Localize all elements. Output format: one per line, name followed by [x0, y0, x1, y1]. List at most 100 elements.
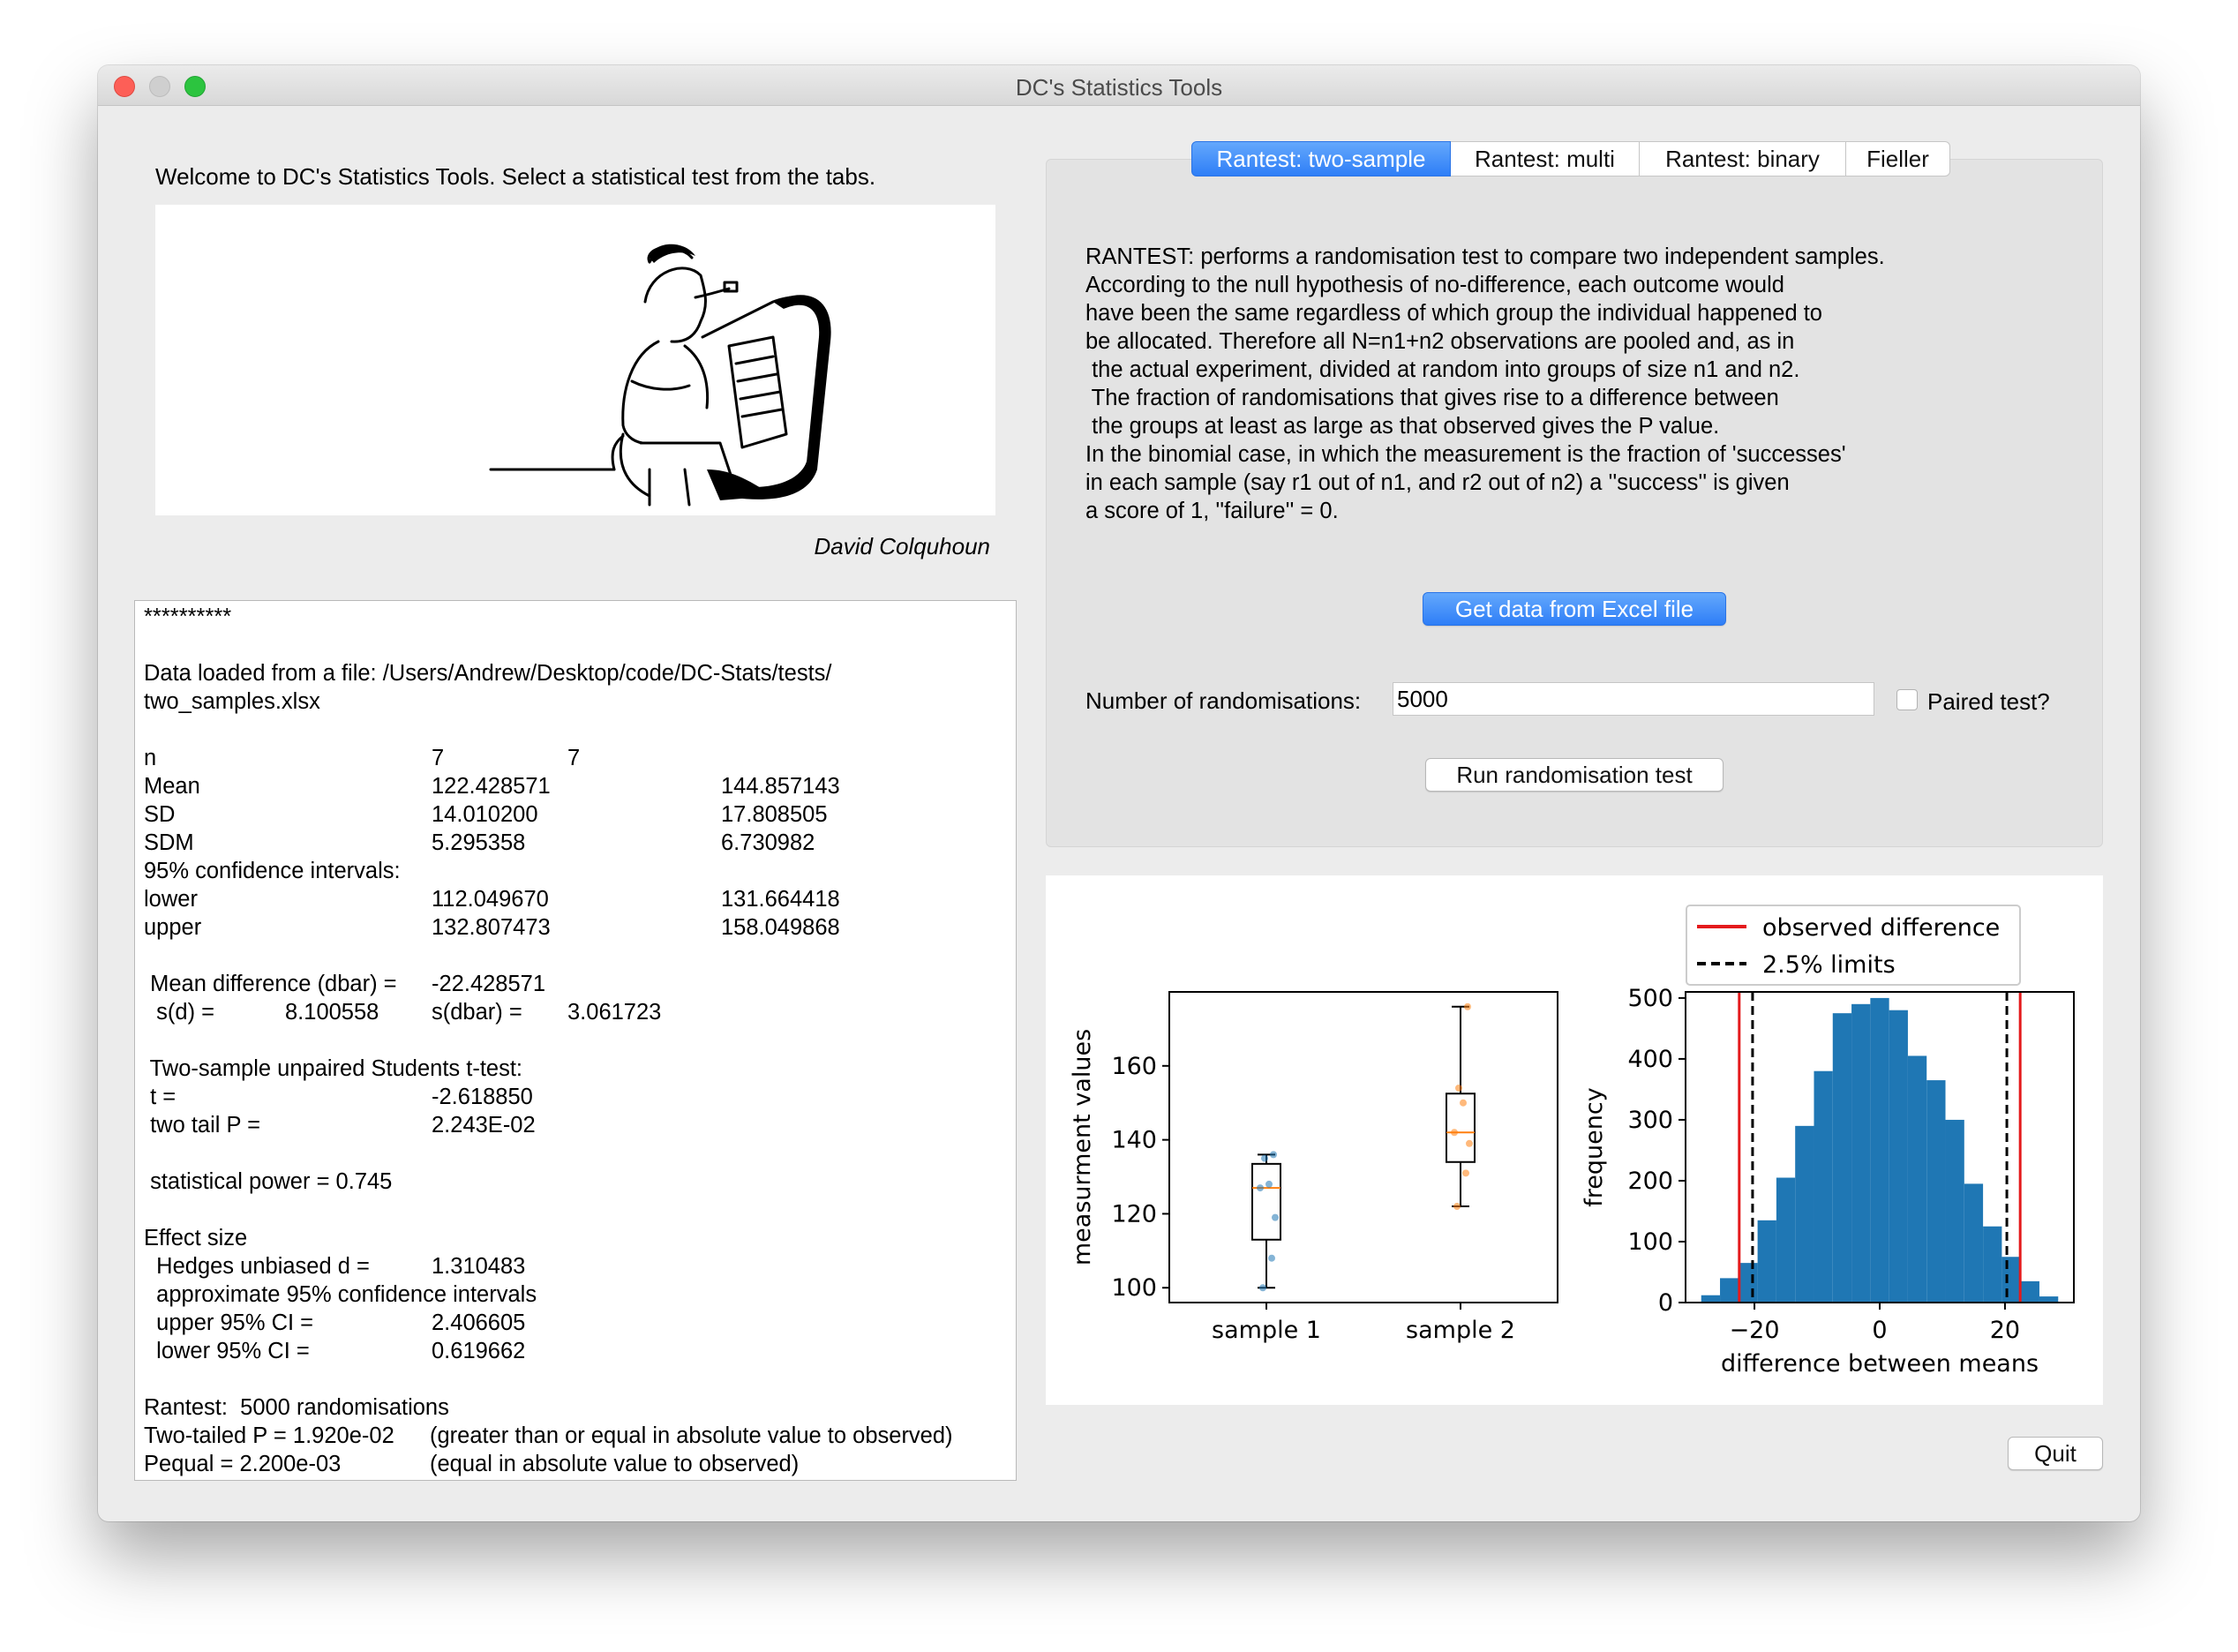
author-illustration	[155, 205, 995, 515]
histogram-bar	[1701, 1295, 1721, 1303]
output-value: 2.243E-02	[432, 1113, 536, 1138]
output-line: n	[144, 746, 157, 770]
output-line: Pequal = 2.200e-03	[144, 1452, 342, 1476]
output-line: Two-sample unpaired Students t-test:	[144, 1056, 523, 1081]
output-line: upper	[144, 915, 202, 940]
paired-test-label: Paired test?	[1927, 688, 2050, 715]
description-line: have been the same regardless of which g…	[1085, 301, 1822, 326]
output-line: upper 95% CI =	[144, 1310, 314, 1335]
output-value: (equal in absolute value to observed)	[430, 1452, 800, 1476]
output-value: 158.049868	[721, 915, 840, 940]
output-value: 7	[432, 746, 445, 770]
output-value: -2.618850	[432, 1085, 533, 1109]
description-line: In the binomial case, in which the measu…	[1085, 442, 1846, 467]
histogram-bar	[1776, 1177, 1796, 1303]
boxplot-y-axis-label: measurment values	[1069, 1029, 1096, 1265]
output-line: two tail P =	[144, 1113, 261, 1138]
output-line: two_samples.xlsx	[144, 689, 320, 714]
output-value: (greater than or equal in absolute value…	[430, 1423, 953, 1448]
tab-fieller[interactable]: Fieller	[1846, 141, 1950, 176]
histogram-bar	[1795, 1125, 1814, 1303]
get-data-excel-button[interactable]: Get data from Excel file	[1423, 592, 1726, 626]
boxplot-point	[1270, 1151, 1277, 1159]
description-line: be allocated. Therefore all N=n1+n2 obse…	[1085, 329, 1795, 354]
output-line: SD	[144, 802, 176, 827]
title-bar: DC's Statistics Tools	[98, 65, 2140, 106]
test-description: RANTEST: performs a randomisation test t…	[1085, 243, 1885, 525]
output-line: Mean difference (dbar) =	[144, 972, 397, 996]
output-line: t =	[144, 1085, 176, 1109]
tab-rantest-two-sample[interactable]: Rantest: two-sample	[1191, 141, 1451, 176]
histogram-bar	[2039, 1296, 2059, 1303]
description-line: the groups at least as large as that obs…	[1085, 414, 1720, 439]
output-value: 132.807473	[432, 915, 551, 940]
histogram-bar	[2020, 1280, 2039, 1303]
paired-test-checkbox[interactable]	[1896, 689, 1918, 710]
histogram-y-tick-label: 200	[1627, 1168, 1673, 1195]
boxplot-point	[1261, 1154, 1268, 1162]
boxplot-point	[1462, 1169, 1469, 1177]
tab-rantest-binary[interactable]: Rantest: binary	[1640, 141, 1846, 176]
output-line: approximate 95% confidence intervals	[144, 1282, 537, 1307]
histogram-bar	[1926, 1080, 1946, 1303]
histogram-y-tick-label: 300	[1627, 1107, 1673, 1134]
histogram-bar	[1757, 1220, 1776, 1303]
description-line: the actual experiment, divided at random…	[1085, 357, 1800, 382]
boxplot-point	[1259, 1284, 1266, 1292]
histogram-y-tick-label: 100	[1627, 1228, 1673, 1256]
boxplot-point	[1265, 1180, 1273, 1188]
output-line: lower	[144, 887, 198, 912]
output-line: statistical power = 0.745	[144, 1169, 393, 1194]
boxplot-point	[1257, 1184, 1264, 1192]
description-line: a score of 1, ''failure'' = 0.	[1085, 499, 1339, 523]
boxplot-y-tick-label: 100	[1111, 1274, 1157, 1302]
histogram-bar	[1870, 997, 1889, 1303]
output-value: 3.061723	[567, 1000, 662, 1025]
histogram-bar	[2001, 1257, 2021, 1303]
output-value: 131.664418	[721, 887, 840, 912]
quit-button[interactable]: Quit	[2008, 1437, 2103, 1470]
boxplot-box	[1251, 1162, 1281, 1241]
output-line: Effect size	[144, 1226, 248, 1250]
output-value: 6.730982	[721, 830, 815, 855]
plots-figure: 100 120 140 160 sample 1 sample 2 measurment v…	[1069, 905, 2075, 1378]
output-line: **********	[144, 604, 232, 629]
histogram-x-tick-label: 20	[1990, 1317, 2020, 1344]
output-line: Two-tailed P = 1.920e-02	[144, 1423, 394, 1448]
results-output[interactable]: ********** Data loaded from a file: /User…	[134, 600, 1017, 1481]
histogram-bar	[1720, 1278, 1739, 1303]
histogram-x-axis-label: difference between means	[1721, 1350, 2039, 1378]
output-value: 112.049670	[432, 887, 549, 912]
boxplot-x-tick-label: sample 1	[1212, 1317, 1321, 1344]
histogram-x-tick-label: 0	[1872, 1317, 1887, 1344]
output-line: Hedges unbiased d =	[144, 1254, 370, 1279]
boxplot-point	[1466, 1139, 1473, 1147]
boxplot-y-tick-label: 140	[1111, 1127, 1157, 1154]
histogram-bar	[1851, 1003, 1871, 1303]
boxplot-x-tick-label: sample 2	[1406, 1317, 1515, 1344]
description-line: According to the null hypothesis of no-d…	[1085, 273, 1784, 297]
output-line: s(d) =	[144, 1000, 215, 1025]
boxplot-frame	[1168, 991, 1558, 1303]
output-value: 2.406605	[432, 1310, 526, 1335]
histogram-y-tick-label: 0	[1658, 1289, 1673, 1317]
randomisations-input[interactable]: 5000	[1393, 682, 1874, 716]
randomisations-label: Number of randomisations:	[1085, 687, 1362, 714]
boxplot-point	[1453, 1203, 1461, 1211]
histogram-bar	[1964, 1183, 1984, 1303]
boxplot-point	[1451, 1129, 1458, 1137]
histogram-bar	[1945, 1119, 1964, 1303]
boxplot-point	[1272, 1213, 1279, 1221]
output-line: Rantest: 5000 randomisations	[144, 1395, 449, 1420]
description-line: RANTEST: performs a randomisation test t…	[1085, 244, 1885, 269]
output-line: 95% confidence intervals:	[144, 859, 401, 883]
boxplot-point	[1455, 1084, 1462, 1092]
run-randomisation-button[interactable]: Run randomisation test	[1425, 758, 1724, 792]
legend-label: observed difference	[1762, 914, 2000, 942]
plots-area: 100 120 140 160 sample 1 sample 2 measurment v…	[1046, 875, 2103, 1405]
histogram-x-tick-label: −20	[1730, 1317, 1780, 1344]
output-value: 5.295358	[432, 830, 526, 855]
tab-rantest-multi[interactable]: Rantest: multi	[1451, 141, 1640, 176]
histogram-bar	[1907, 1055, 1927, 1303]
output-value: 144.857143	[721, 774, 840, 799]
